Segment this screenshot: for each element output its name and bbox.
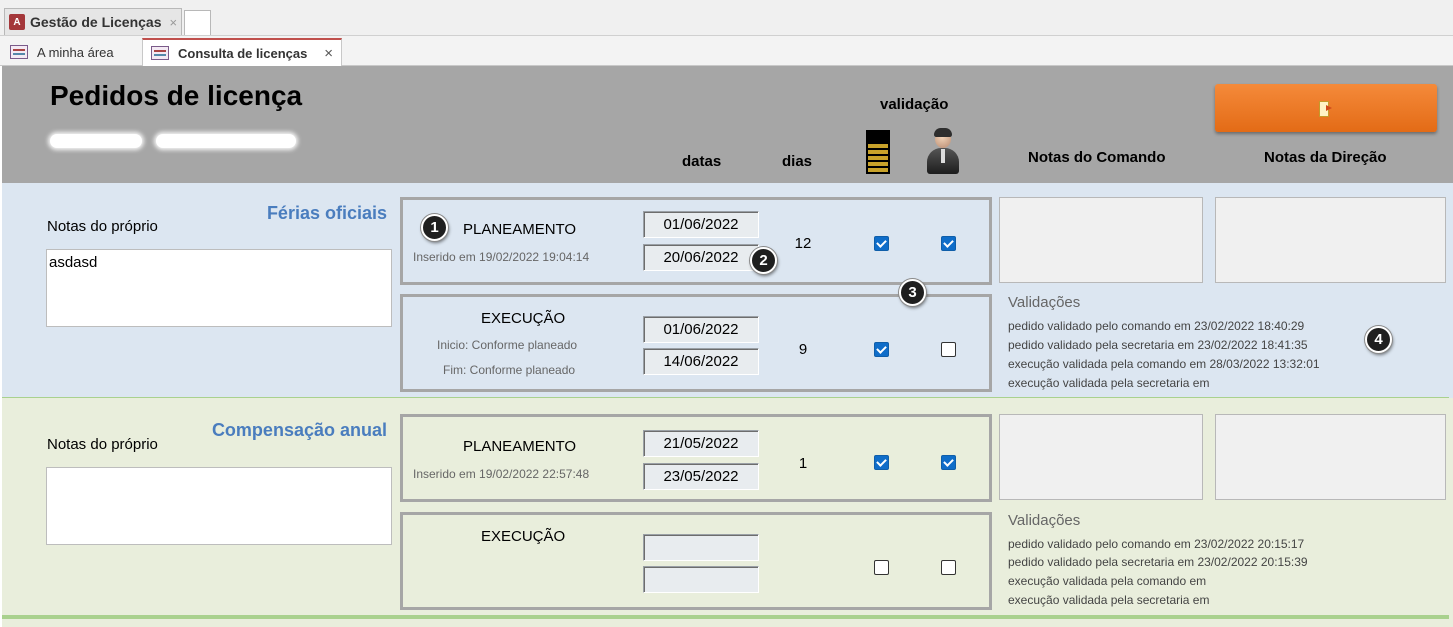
notes-label: Notas do próprio [47,218,158,235]
notas-comando-field[interactable] [999,414,1203,500]
validated-secretary-checkbox[interactable] [941,236,956,251]
validacao-header: validação [880,96,949,113]
validation-line: pedido validado pelo comando em 23/02/20… [1008,537,1305,551]
date-end-field[interactable]: 14/06/2022 [643,348,759,375]
close-icon[interactable]: × [170,15,178,30]
planeamento-panel: PLANEAMENTO Inserido em 19/02/2022 19:04… [400,197,992,285]
app-tab-gestao-licencas[interactable]: A Gestão de Licenças × [4,8,182,35]
tab-a-minha-area[interactable]: A minha área [2,38,140,66]
person-icon [926,128,960,174]
validacoes-title: Validações [1008,512,1081,529]
form-tabbar: A minha área Consulta de licenças × [0,36,1453,66]
validated-command-checkbox[interactable] [874,455,889,470]
notas-comando-field[interactable] [999,197,1203,283]
rank-insignia-icon [866,130,890,174]
date-start-field[interactable]: 01/06/2022 [643,211,759,238]
execution-start-note: Inicio: Conforme planeado [437,338,578,352]
date-end-field[interactable]: 20/06/2022 [643,244,759,271]
exit-door-icon [1319,101,1333,117]
notes-field[interactable] [46,467,392,545]
section-ferias-oficiais: Férias oficiais Notas do próprio asdasd … [2,183,1453,398]
validated-command-checkbox[interactable] [874,342,889,357]
planeamento-panel: PLANEAMENTO Inserido em 19/02/2022 22:57… [400,414,992,502]
days-value: 12 [794,235,812,252]
annotation-badge-4: 4 [1365,326,1392,353]
annotation-badge-1: 1 [421,214,448,241]
section-title: Compensação anual [211,420,387,440]
tab-consulta-licencas[interactable]: Consulta de licenças × [142,38,342,66]
date-start-field[interactable] [643,534,759,561]
notas-direcao-field[interactable] [1215,414,1446,500]
exit-button[interactable] [1215,84,1437,132]
validation-line: pedido validado pela secretaria em 23/02… [1008,338,1308,352]
panel-title: EXECUÇÃO [481,310,566,327]
panel-title: PLANEAMENTO [463,438,577,455]
date-start-field[interactable]: 01/06/2022 [643,316,759,343]
panel-title: PLANEAMENTO [463,221,577,238]
execution-end-note: Fim: Conforme planeado [443,363,576,377]
close-icon[interactable]: × [324,45,333,62]
validated-secretary-checkbox[interactable] [941,342,956,357]
form-header: Pedidos de licença validação datas dias … [2,66,1453,183]
date-start-field[interactable]: 21/05/2022 [643,430,759,457]
section-divider [2,615,1449,619]
datas-header: datas [682,153,722,170]
notes-field[interactable]: asdasd [46,249,392,327]
date-end-field[interactable]: 23/05/2022 [643,463,759,490]
app-tabbar: A Gestão de Licenças × [0,0,1453,36]
user-name-redacted [50,134,296,148]
execucao-panel: EXECUÇÃO [400,512,992,610]
date-end-field[interactable] [643,566,759,593]
notas-direcao-header: Notas da Direção [1264,149,1387,166]
access-icon: A [9,14,25,30]
panel-title: EXECUÇÃO [481,528,566,545]
dias-header: dias [782,153,813,170]
form-icon [151,46,169,60]
validation-line: execução validada pela comando em 28/03/… [1008,357,1320,371]
annotation-badge-2: 2 [750,247,777,274]
new-tab-placeholder[interactable] [184,10,211,35]
validated-command-checkbox[interactable] [874,560,889,575]
validation-line: execução validada pela secretaria em [1008,376,1210,390]
inserted-date: Inserido em 19/02/2022 19:04:14 [413,250,590,264]
tab-label: Consulta de licenças [178,45,308,61]
page-title: Pedidos de licença [50,80,303,111]
notas-comando-header: Notas do Comando [1028,149,1166,166]
form-icon [10,45,28,59]
validation-line: pedido validado pelo comando em 23/02/20… [1008,319,1305,333]
validated-secretary-checkbox[interactable] [941,560,956,575]
validation-line: execução validada pela secretaria em [1008,593,1210,607]
days-value: 1 [798,455,808,472]
annotation-badge-3: 3 [899,279,926,306]
validation-line: pedido validado pela secretaria em 23/02… [1008,555,1308,569]
notes-label: Notas do próprio [47,436,158,453]
validacoes-title: Validações [1008,294,1081,311]
tab-label: A minha área [37,44,114,60]
app-tab-label: Gestão de Licenças [30,14,162,30]
notas-direcao-field[interactable] [1215,197,1446,283]
validated-command-checkbox[interactable] [874,236,889,251]
section-compensacao-anual: Compensação anual Notas do próprio PLANE… [2,398,1453,627]
inserted-date: Inserido em 19/02/2022 22:57:48 [413,467,590,481]
days-value: 9 [798,341,808,358]
validated-secretary-checkbox[interactable] [941,455,956,470]
execucao-panel: EXECUÇÃO Inicio: Conforme planeado Fim: … [400,294,992,392]
section-title: Férias oficiais [266,203,387,223]
validation-line: execução validada pela comando em [1008,574,1207,588]
